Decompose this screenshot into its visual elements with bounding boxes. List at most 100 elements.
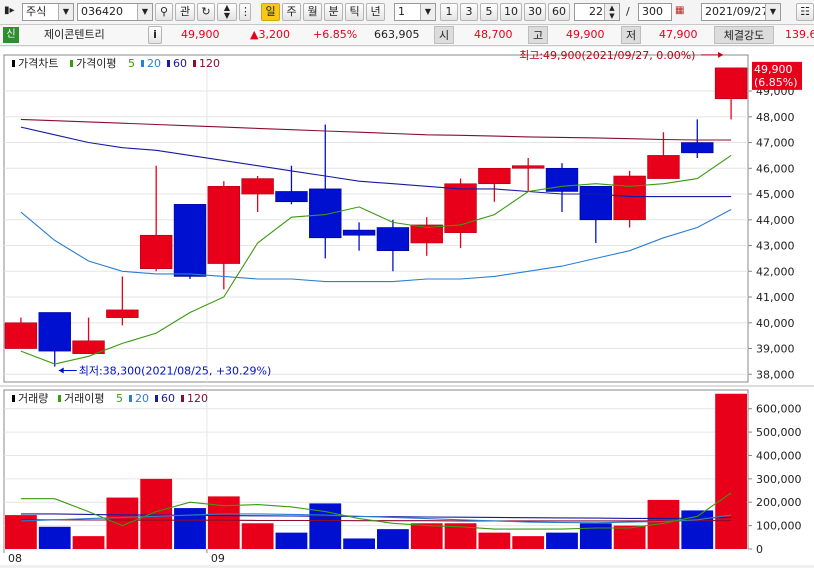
volume-tick-label: 400,000 <box>756 449 802 462</box>
price-tick-label: 38,000 <box>756 368 795 381</box>
high-annotation: 최고:49,900(2021/09/27, 0.00%) <box>519 49 695 62</box>
volume-bar[interactable] <box>478 532 511 549</box>
volume-bar[interactable] <box>343 538 375 549</box>
candle-body[interactable] <box>579 186 613 221</box>
legend-title: 가격차트 <box>18 57 58 70</box>
quote-bar: 신 제이콘텐트리 i 49,900 ▲3,200 +6.85% 663,905 … <box>0 25 814 46</box>
candle-body[interactable] <box>309 188 342 239</box>
legend-title: 거래량 <box>18 392 48 405</box>
legend-ma-label: 거래이평 <box>64 392 104 405</box>
volume-bar[interactable] <box>410 523 443 549</box>
period-button[interactable]: 틱 <box>345 3 364 21</box>
stepper-button[interactable]: ▲ ▼ <box>217 3 237 21</box>
price-tick-label: 43,000 <box>756 240 795 253</box>
volume-bar[interactable] <box>106 497 139 549</box>
candle-body[interactable] <box>478 167 511 185</box>
period-button[interactable]: 월 <box>303 3 322 21</box>
volume-bar[interactable] <box>715 393 747 549</box>
high-label: 고 <box>528 26 548 44</box>
volume-bar[interactable] <box>579 523 612 549</box>
total-count-input[interactable]: 300 <box>638 3 672 21</box>
count-separator: / <box>626 5 630 18</box>
legend-marker <box>167 60 170 67</box>
candle-body[interactable] <box>275 191 308 203</box>
candle-body[interactable] <box>613 175 646 221</box>
volume-bar[interactable] <box>140 478 173 549</box>
period-button[interactable]: 주 <box>282 3 301 21</box>
candle-body[interactable] <box>4 322 38 349</box>
chevron-down-icon[interactable]: ▼ <box>137 4 152 20</box>
interval-button[interactable]: 3 <box>460 3 478 21</box>
legend-marker <box>70 60 73 67</box>
price-change: ▲3,200 <box>250 28 290 41</box>
legend-period: 120 <box>187 392 208 405</box>
interval-button[interactable]: 60 <box>548 3 570 21</box>
chart-svg[interactable]: 38,000 39,000 40,000 41,000 42,000 43,000 44,0… <box>0 47 814 565</box>
candle-body[interactable] <box>173 204 207 277</box>
period-button[interactable]: 분 <box>324 3 343 21</box>
candle-body[interactable] <box>714 67 748 100</box>
watchlist-button[interactable]: 관 <box>175 3 195 21</box>
display-count-input[interactable]: 22 ▲ ▼ <box>574 3 620 21</box>
period-button[interactable]: 일 <box>261 3 280 21</box>
interval-select[interactable]: 1 ▼ <box>394 3 436 21</box>
candle-body[interactable] <box>241 178 274 195</box>
volume-bar[interactable] <box>377 529 409 549</box>
chevron-down-icon[interactable]: ▼ <box>58 4 73 20</box>
legend-marker <box>181 395 184 402</box>
legend-period: 5 <box>116 392 123 405</box>
interval-button[interactable]: 30 <box>524 3 546 21</box>
price-tick-label: 46,000 <box>756 162 795 175</box>
volume-bar[interactable] <box>546 532 578 549</box>
interval-button[interactable]: 1 <box>440 3 458 21</box>
spin-icon[interactable]: ▲ ▼ <box>604 4 619 20</box>
legend-period: 120 <box>199 57 220 70</box>
options-button[interactable]: ⋮ <box>239 3 251 21</box>
price-tick-label: 44,000 <box>756 214 795 227</box>
search-button[interactable]: ⚲ <box>155 3 173 21</box>
market-value: 주식 <box>26 5 47 18</box>
volume-bar[interactable] <box>275 532 308 549</box>
volume-bar[interactable] <box>613 525 646 549</box>
calendar-button[interactable]: ☷ <box>796 3 814 21</box>
volume-bar[interactable] <box>512 536 545 549</box>
stock-code-input[interactable]: 036420 ▼ <box>77 3 153 21</box>
legend-marker <box>12 395 15 402</box>
chart-area[interactable]: 38,000 39,000 40,000 41,000 42,000 43,000 44,0… <box>0 47 814 565</box>
market-select[interactable]: 주식 ▼ <box>22 3 74 21</box>
toolbar: ▮▸ 주식 ▼ 036420 ▼ ⚲ 관 ↻ ▲ ▼ ⋮ 일주월분틱년 1 ▼ 1351… <box>0 0 814 25</box>
candle-body[interactable] <box>139 234 173 270</box>
candle-body[interactable] <box>38 312 71 352</box>
legend-marker <box>141 60 144 67</box>
legend-marker <box>193 60 196 67</box>
chevron-down-icon[interactable]: ▼ <box>420 4 435 20</box>
volume-bar[interactable] <box>241 523 274 549</box>
candle-body[interactable] <box>106 309 139 318</box>
legend-marker <box>12 60 15 67</box>
strength-value: 139.6 <box>785 28 814 41</box>
interval-button[interactable]: 5 <box>480 3 498 21</box>
candle-body[interactable] <box>342 229 376 236</box>
panel-toggle-icon[interactable]: ▮▸ <box>4 5 15 16</box>
price-tick-label: 48,000 <box>756 111 795 124</box>
volume-bar[interactable] <box>38 526 71 549</box>
stock-info-button[interactable]: i <box>148 26 162 44</box>
candle-body[interactable] <box>376 227 410 251</box>
interval-button[interactable]: 10 <box>500 3 522 21</box>
volume-tick-label: 500,000 <box>756 426 802 439</box>
date-input[interactable]: 2021/09/27 ▼ <box>701 3 781 21</box>
candle-body[interactable] <box>511 165 545 169</box>
grid-icon[interactable]: ▦ <box>675 5 684 16</box>
volume-bar[interactable] <box>72 536 105 549</box>
volume-tick-label: 200,000 <box>756 496 802 509</box>
x-tick-label: 09 <box>211 552 225 565</box>
period-button[interactable]: 년 <box>366 3 385 21</box>
chevron-down-icon[interactable]: ▼ <box>765 4 780 20</box>
refresh-icon: ↻ <box>201 5 211 18</box>
candle-body[interactable] <box>207 186 241 264</box>
refresh-button[interactable]: ↻ <box>197 3 215 21</box>
candle-body[interactable] <box>681 142 714 154</box>
candle-body[interactable] <box>647 155 680 179</box>
stock-code-value: 036420 <box>81 5 123 18</box>
legend-period: 5 <box>128 57 135 70</box>
